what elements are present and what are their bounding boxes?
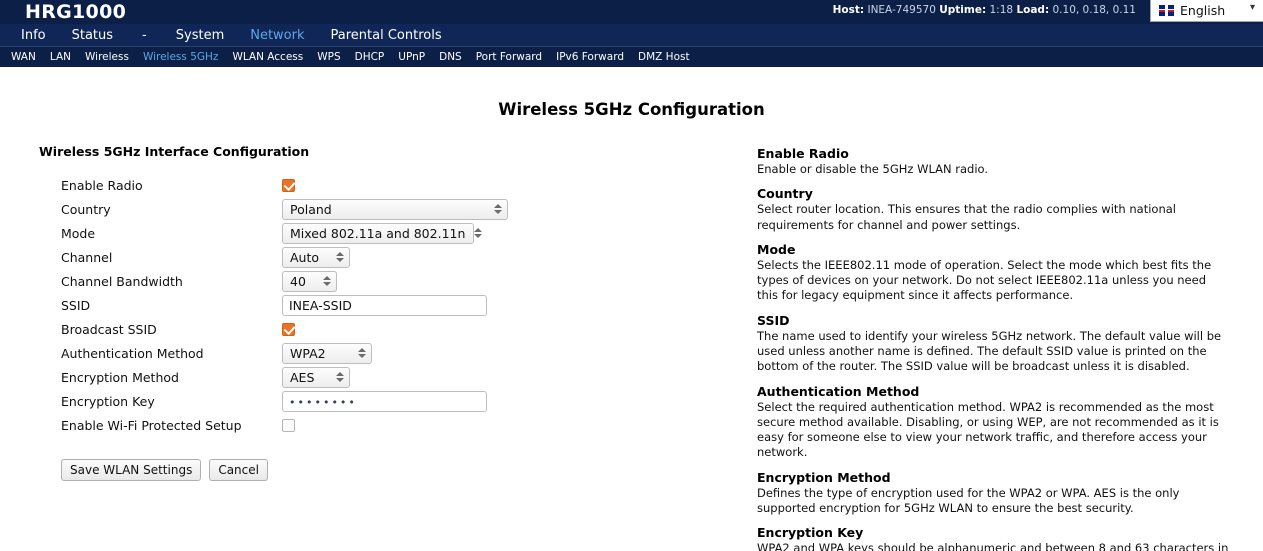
- spinner-arrows-icon: [334, 372, 345, 382]
- subnav-item-ipv6-forward[interactable]: IPv6 Forward: [549, 47, 631, 67]
- cancel-button[interactable]: Cancel: [209, 459, 268, 481]
- help-body-encryption-method: Defines the type of encryption used for …: [757, 485, 1180, 515]
- label-channel-bandwidth: Channel Bandwidth: [61, 273, 183, 289]
- help-panel: Enable Radio Enable or disable the 5GHz …: [757, 146, 1229, 551]
- field-ssid: SSID INEA-SSID: [39, 293, 679, 317]
- subnav-item-wireless[interactable]: Wireless: [78, 47, 136, 67]
- help-body-encryption-key: WPA2 and WPA keys should be alphanumeric…: [757, 541, 1229, 551]
- nav-item-separator[interactable]: -: [126, 24, 163, 47]
- main-navigation: Info Status - System Network Parental Co…: [0, 24, 1263, 47]
- subnav-item-dns[interactable]: DNS: [432, 47, 469, 67]
- section-title: Wireless 5GHz Interface Configuration: [39, 144, 310, 159]
- chevron-down-icon: ▾: [1249, 2, 1255, 13]
- checkbox-broadcast-ssid[interactable]: [282, 322, 295, 336]
- field-enable-radio: Enable Radio: [39, 173, 679, 197]
- help-body-mode: Selects the IEEE802.11 mode of operation…: [757, 257, 1212, 303]
- select-encryption-method[interactable]: AES: [282, 366, 350, 388]
- uptime-value: 1:18: [989, 4, 1014, 16]
- field-broadcast-ssid: Broadcast SSID: [39, 317, 679, 341]
- nav-item-system[interactable]: System: [163, 24, 237, 47]
- load-value: 0.10, 0.18, 0.11: [1052, 4, 1137, 16]
- field-encryption-method: Encryption Method AES: [39, 365, 679, 389]
- select-country-value: Poland: [290, 201, 332, 217]
- host-status-info: Host: INEA-749570 Uptime: 1:18 Load: 0.1…: [833, 4, 1136, 16]
- field-encryption-key: Encryption Key ••••••••: [39, 389, 679, 413]
- select-authentication-method-value: WPA2: [290, 345, 326, 361]
- save-wlan-settings-button[interactable]: Save WLAN Settings: [61, 459, 202, 481]
- subnav-item-dmz-host[interactable]: DMZ Host: [631, 47, 697, 67]
- spinner-arrows-icon: [356, 348, 367, 358]
- checkbox-enable-radio[interactable]: [282, 178, 295, 192]
- help-title-country: Country: [757, 186, 813, 202]
- help-title-enable-radio: Enable Radio: [757, 146, 849, 161]
- subnav-item-wan[interactable]: WAN: [4, 47, 43, 67]
- uptime-label: Uptime:: [939, 4, 987, 16]
- select-channel[interactable]: Auto: [282, 246, 350, 268]
- help-title-ssid: SSID: [757, 312, 790, 328]
- field-country: Country Poland: [39, 197, 679, 221]
- wireless-config-form: Wireless 5GHz Interface Configuration En…: [39, 144, 679, 481]
- label-mode: Mode: [61, 225, 96, 241]
- spinner-arrows-icon: [492, 204, 503, 214]
- subnav-item-upnp[interactable]: UPnP: [391, 47, 432, 67]
- field-channel: Channel Auto: [39, 245, 679, 269]
- top-bar: HRG1000 Host: INEA-749570 Uptime: 1:18 L…: [0, 0, 1263, 24]
- input-encryption-key[interactable]: ••••••••: [282, 390, 487, 412]
- label-channel: Channel: [61, 249, 113, 265]
- select-channel-bandwidth[interactable]: 40: [282, 270, 337, 292]
- help-title-encryption-method: Encryption Method: [757, 469, 891, 485]
- language-selector[interactable]: English ▾: [1150, 0, 1263, 22]
- label-ssid: SSID: [61, 297, 91, 313]
- select-channel-value: Auto: [290, 249, 320, 265]
- label-authentication-method: Authentication Method: [61, 345, 204, 361]
- subnav-item-port-forward[interactable]: Port Forward: [469, 47, 549, 67]
- label-encryption-method: Encryption Method: [61, 369, 179, 385]
- select-authentication-method[interactable]: WPA2: [282, 342, 372, 364]
- spinner-arrows-icon: [334, 252, 345, 262]
- help-title-authentication-method: Authentication Method: [757, 383, 920, 399]
- help-title-mode: Mode: [757, 241, 796, 257]
- spinner-arrows-icon: [321, 276, 332, 286]
- subnav-item-wps[interactable]: WPS: [310, 47, 347, 67]
- field-channel-bandwidth: Channel Bandwidth 40: [39, 269, 679, 293]
- subnav-item-wireless-5ghz[interactable]: Wireless 5GHz: [136, 47, 226, 67]
- label-country: Country: [61, 201, 111, 217]
- nav-item-network[interactable]: Network: [237, 24, 317, 47]
- label-encryption-key: Encryption Key: [61, 393, 155, 409]
- load-label: Load:: [1016, 4, 1050, 16]
- label-broadcast-ssid: Broadcast SSID: [61, 321, 157, 337]
- subnav-item-wlan-access[interactable]: WLAN Access: [225, 47, 310, 67]
- nav-item-status[interactable]: Status: [59, 24, 126, 47]
- uk-flag-icon: [1159, 5, 1174, 16]
- field-mode: Mode Mixed 802.11a and 802.11n: [39, 221, 679, 245]
- sub-navigation: WAN LAN Wireless Wireless 5GHz WLAN Acce…: [0, 47, 1263, 67]
- spinner-arrows-icon: [472, 228, 483, 238]
- host-label: Host:: [832, 4, 865, 16]
- language-label: English: [1180, 3, 1226, 18]
- select-encryption-method-value: AES: [290, 369, 315, 385]
- field-authentication-method: Authentication Method WPA2: [39, 341, 679, 365]
- page-title: Wireless 5GHz Configuration: [498, 100, 765, 119]
- label-enable-wps: Enable Wi-Fi Protected Setup: [61, 417, 242, 433]
- help-body-ssid: The name used to identify your wireless …: [757, 328, 1222, 374]
- form-actions: Save WLAN Settings Cancel: [39, 459, 679, 481]
- select-country[interactable]: Poland: [282, 198, 508, 220]
- help-body-enable-radio: Enable or disable the 5GHz WLAN radio.: [757, 162, 989, 176]
- help-title-encryption-key: Encryption Key: [757, 525, 864, 541]
- host-value: INEA-749570: [867, 4, 936, 16]
- input-ssid[interactable]: INEA-SSID: [282, 294, 487, 316]
- select-channel-bandwidth-value: 40: [290, 273, 306, 289]
- brand-logo: HRG1000: [25, 1, 127, 23]
- checkbox-enable-wps[interactable]: [282, 418, 295, 432]
- help-body-country: Select router location. This ensures tha…: [757, 202, 1176, 232]
- nav-item-parental-controls[interactable]: Parental Controls: [318, 24, 455, 47]
- select-mode-value: Mixed 802.11a and 802.11n: [290, 225, 466, 241]
- select-mode[interactable]: Mixed 802.11a and 802.11n: [282, 222, 482, 244]
- subnav-item-lan[interactable]: LAN: [43, 47, 78, 67]
- help-body-authentication-method: Select the required authentication metho…: [757, 399, 1219, 460]
- label-enable-radio: Enable Radio: [61, 177, 143, 193]
- field-enable-wps: Enable Wi-Fi Protected Setup: [39, 413, 679, 437]
- subnav-item-dhcp[interactable]: DHCP: [348, 47, 392, 67]
- nav-item-info[interactable]: Info: [8, 24, 59, 47]
